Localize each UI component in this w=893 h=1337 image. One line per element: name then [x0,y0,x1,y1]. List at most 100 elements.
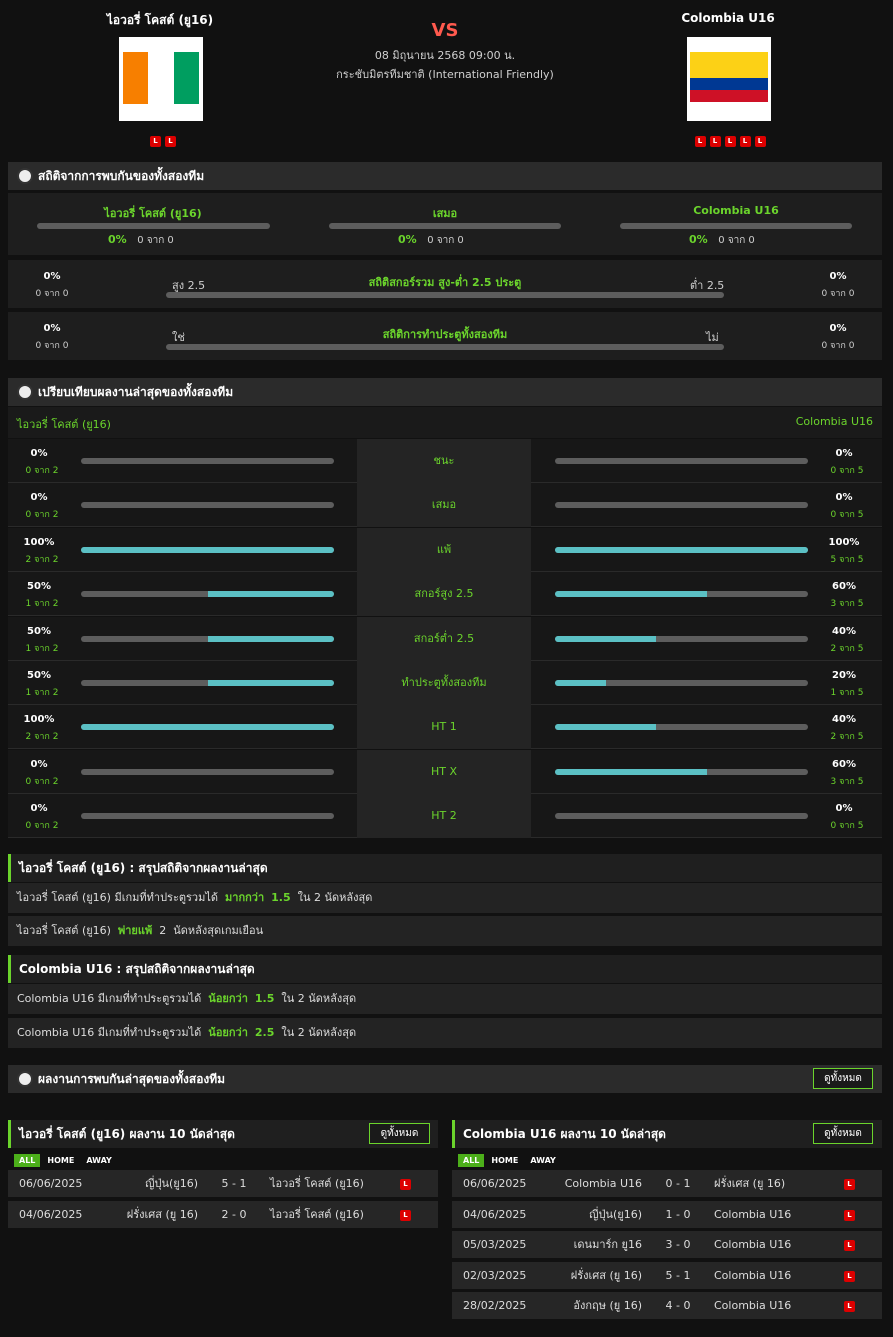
row-label: ทำประตูทั้งสองทีม [357,661,531,705]
match-row[interactable]: 04/06/2025 ญี่ปุ่น(ยู16) 1 - 0 Colombia U16… [452,1200,882,1228]
match-row[interactable]: 02/03/2025 ฝรั่งเศส (ยู 16) 5 - 1 Colombia … [452,1261,882,1289]
h2h-away-label: Colombia U16 [693,204,779,217]
match-row[interactable]: 04/06/2025 ฝรั่งเศส (ยู 16) 2 - 0 ไอวอรี่ โ… [8,1200,438,1228]
match-home: อังกฤษ (ยู 16) [573,1299,642,1312]
row-label: สกอร์สูง 2.5 [357,572,531,617]
compare-row: 0% 0 จาก 2 เสมอ 0% 0 จาก 5 [8,483,882,528]
right-bar [555,458,808,464]
h2h-result-box: ไอวอรี่ โคสต์ (ยู16) 0% 0 จาก 0 เสมอ 0% … [8,193,882,255]
left-pct: 0% [30,492,48,504]
away-team-name: Colombia U16 [681,11,775,25]
btts-right-sub: 0 จาก 0 [821,341,855,351]
away-form: LLLLL [680,133,780,147]
ou-title: สถิติสกอร์รวม สูง-ต่ำ 2.5 ประตู [368,276,522,289]
view-all-button[interactable]: ดูทั้งหมด [813,1068,873,1089]
match-score: 5 - 1 [221,1177,247,1190]
row-label: สกอร์ต่ำ 2.5 [357,616,531,661]
compare-row: 0% 0 จาก 2 HT X 60% 3 จาก 5 [8,749,882,794]
match-row[interactable]: 06/06/2025 ญี่ปุ่น(ยู16) 5 - 1 ไอวอรี่ โคสต… [8,1170,438,1197]
compare-team-row: ไอวอรี่ โคสต์ (ยู16) Colombia U16 [8,407,882,438]
left-bar [81,635,334,642]
compare-row: 0% 0 จาก 2 ชนะ 0% 0 จาก 5 [8,439,882,483]
row-label: HT X [357,749,531,794]
left-sub: 0 จาก 2 [25,466,59,476]
right-pct: 60% [832,758,856,770]
match-away: Colombia U16 [714,1238,792,1251]
match-row[interactable]: 06/06/2025 Colombia U16 0 - 1 ฝรั่งเศส (ยู … [452,1170,882,1197]
left-bar-fill [81,546,334,553]
compare-row: 100% 2 จาก 2 แพ้ 100% 5 จาก 5 [8,527,882,572]
ou-left-sub: 0 จาก 0 [35,289,69,299]
match-date: 08 มิถุนายน 2568 09:00 น. [374,49,516,62]
left-bar-fill [207,635,334,642]
right-bar-fill [555,635,657,642]
section-title: สถิติจากการพบกันของทั้งสองทีม [38,169,205,183]
summary-home-row: ไอวอรี่ โคสต์ (ยู16) มีเกมที่ทำประตูรวมไ… [8,883,882,913]
left-bar [81,546,334,553]
h2h-stats-header: สถิติจากการพบกันของทั้งสองทีม [8,162,882,190]
ou-bar [166,292,724,298]
match-row[interactable]: 28/02/2025 อังกฤษ (ยู 16) 4 - 0 Colombia U1… [452,1292,882,1319]
match-score: 2 - 0 [221,1207,247,1221]
recent-header: ผลงานการพบกันล่าสุดของทั้งสองทีม [8,1065,882,1093]
h2h-home-bar [37,223,270,229]
form-badge: L [165,136,176,147]
match-home: ฝรั่งเศส (ยู 16) [570,1268,642,1282]
right-bar-fill [555,591,707,598]
right-sub: 2 จาก 5 [830,732,864,743]
form-badge: L [739,136,751,147]
left-sub: 1 จาก 2 [25,688,59,698]
compare-away-team: Colombia U16 [795,415,873,428]
home-form: LL [143,133,183,147]
result-badge: L [844,1301,855,1312]
left-pct: 0% [30,758,48,770]
tab-all[interactable]: ALL [14,1154,41,1167]
left-pct: 100% [23,714,55,726]
left-bar [81,768,334,775]
compare-row: 50% 1 จาก 2 สกอร์สูง 2.5 60% 3 จาก 5 [8,572,882,617]
right-sub: 2 จาก 5 [830,643,864,654]
match-score: 0 - 1 [665,1177,691,1190]
summary-away-row: Colombia U16 มีเกมที่ทำประตูรวมได้ น้อยก… [8,1018,882,1048]
left-bar [81,813,334,820]
tab-home[interactable]: HOME [42,1154,79,1167]
right-bar-fill [555,724,657,731]
right-sub: 5 จาก 5 [830,554,864,565]
view-all-button[interactable]: ดูทั้งหมด [813,1123,873,1144]
btts-bar [166,344,724,350]
right-pct: 40% [832,625,856,637]
competition: กระชับมิตรทีมชาติ (International Friendl… [336,68,554,81]
tab-away[interactable]: AWAY [81,1154,117,1167]
h2h-draw-bar [329,223,561,229]
match-row[interactable]: 05/03/2025 เดนมาร์ก ยู16 3 - 0 Colombia U16… [452,1231,882,1258]
match-date: 06/06/2025 [19,1177,83,1190]
h2h-home-label: ไอวอรี่ โคสต์ (ยู16) [104,207,202,220]
right-bar [555,502,808,509]
right-sub: 1 จาก 5 [830,688,864,698]
tab-all[interactable]: ALL [458,1154,485,1167]
match-date: 28/02/2025 [463,1299,527,1312]
result-badge: L [400,1209,411,1221]
result-badge: L [844,1209,855,1221]
right-sub: 3 จาก 5 [830,599,864,610]
left-pct: 0% [30,803,48,815]
match-home: ญี่ปุ่น(ยู16) [145,1177,198,1190]
summary-away-header: Colombia U16 : สรุปสถิติจากผลงานล่าสุด [8,955,882,983]
h2h-draw-pct: 0% 0 จาก 0 [398,233,464,246]
tab-away[interactable]: AWAY [525,1154,561,1167]
view-all-button[interactable]: ดูทั้งหมด [369,1123,430,1144]
result-badge: L [400,1179,411,1190]
left-sub: 1 จาก 2 [25,643,59,654]
summary-away-row: Colombia U16 มีเกมที่ทำประตูรวมได้ น้อยก… [8,984,882,1014]
right-sub: 0 จาก 5 [830,821,864,832]
row-label: HT 1 [357,705,531,750]
compare-row: 50% 1 จาก 2 ทำประตูทั้งสองทีม 20% 1 จาก 5 [8,661,882,705]
tab-home[interactable]: HOME [486,1154,523,1167]
left-bar-fill [207,591,334,598]
right-pct: 40% [832,714,856,726]
left-sub: 1 จาก 2 [25,599,59,610]
match-home: ญี่ปุ่น(ยู16) [589,1207,642,1221]
match-away: ไอวอรี่ โคสต์ (ยู16) [270,1207,364,1221]
left-bar [81,724,334,731]
section-title: เปรียบเทียบผลงานล่าสุดของทั้งสองทีม [38,385,234,399]
